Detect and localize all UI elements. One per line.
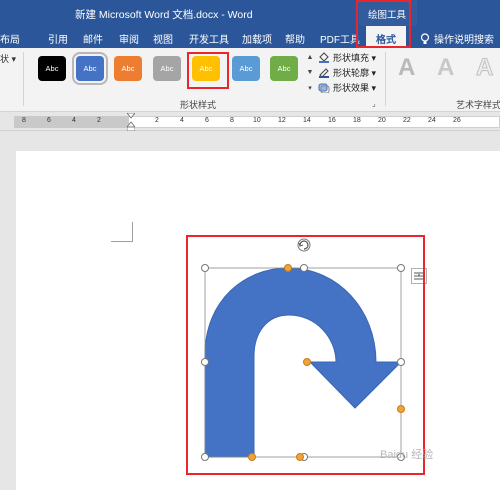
shape-highlight xyxy=(186,235,425,475)
watermark: Baidu 经验 xyxy=(380,449,434,461)
